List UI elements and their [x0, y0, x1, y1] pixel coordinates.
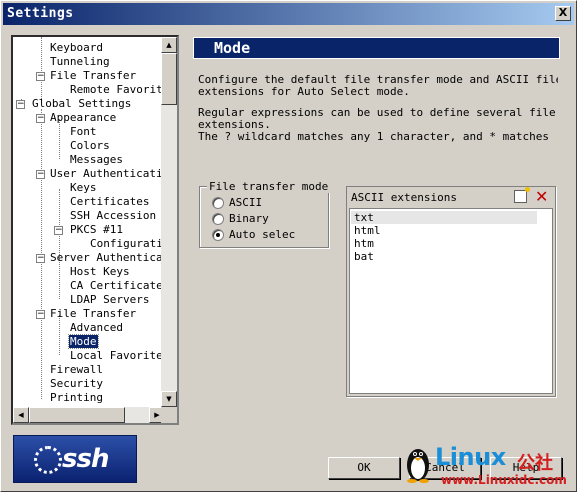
tree-item-firewall[interactable]: Firewall: [49, 363, 104, 377]
scroll-down-icon[interactable]: ▼: [161, 391, 177, 407]
page-header: Mode: [193, 37, 560, 59]
tree-item-ssh-accession[interactable]: SSH Accession: [69, 209, 157, 223]
settings-window: Settings X Keyboard Tunneling − File Tra…: [0, 0, 577, 492]
settings-tree[interactable]: Keyboard Tunneling − File Transfer Remot…: [11, 35, 179, 425]
tree-item-printing[interactable]: Printing: [49, 391, 104, 405]
ssh-logo: ssh: [13, 435, 137, 483]
tree-item-appearance[interactable]: Appearance: [49, 111, 117, 125]
tree-item-pkcs11[interactable]: PKCS #11: [69, 223, 124, 237]
watermark-cn: 公社: [517, 453, 553, 474]
tree-item-messages[interactable]: Messages: [69, 153, 124, 167]
collapse-icon[interactable]: −: [54, 226, 63, 235]
radio-label: ASCII: [229, 196, 263, 209]
tree-line: [59, 259, 60, 299]
list-item[interactable]: txt: [351, 211, 537, 224]
tree-item-server-authentication[interactable]: Server Authenticat: [49, 251, 165, 265]
description-line: Regular expressions can be used to defin…: [198, 107, 556, 119]
tree-item-remote-favorites[interactable]: Remote Favorite: [69, 83, 165, 97]
tree-item-host-keys[interactable]: Host Keys: [69, 265, 131, 279]
radio-label: Binary: [229, 212, 269, 225]
collapse-icon[interactable]: −: [36, 114, 45, 123]
logo-ring-icon: [34, 446, 62, 474]
tree-item-keyboard[interactable]: Keyboard: [49, 41, 104, 55]
scroll-up-icon[interactable]: ▲: [161, 37, 177, 53]
tree-item-keys[interactable]: Keys: [69, 181, 98, 195]
tree-item-ca-certificates[interactable]: CA Certificates: [69, 279, 165, 293]
page-title: Mode: [214, 39, 251, 57]
tree-item-local-favorites[interactable]: Local Favorites: [69, 349, 165, 363]
delete-icon[interactable]: ✕: [535, 187, 548, 206]
description-line: The ? wildcard matches any 1 character, …: [198, 131, 549, 143]
tree-line: [59, 119, 60, 159]
scroll-thumb[interactable]: [161, 53, 177, 105]
collapse-icon[interactable]: −: [36, 310, 45, 319]
tree-item-security[interactable]: Security: [49, 377, 104, 391]
collapse-icon[interactable]: −: [36, 254, 45, 263]
title-bar[interactable]: Settings X: [3, 3, 574, 25]
scroll-thumb-horizontal[interactable]: [29, 407, 125, 423]
tree-item-colors[interactable]: Colors: [69, 139, 111, 153]
tree-item-user-authentication[interactable]: User Authenticatio: [49, 167, 165, 181]
tree-content: Keyboard Tunneling − File Transfer Remot…: [13, 37, 165, 407]
description-line: Configure the default file transfer mode…: [198, 74, 558, 86]
tree-item-font[interactable]: Font: [69, 125, 98, 139]
logo-text: ssh: [62, 444, 109, 474]
tree-item-mode[interactable]: Mode: [68, 334, 99, 349]
close-button[interactable]: X: [555, 6, 571, 21]
ascii-extensions-panel: ASCII extensions ✕ txt html htm bat: [346, 186, 556, 397]
scroll-left-icon[interactable]: ◀: [13, 407, 29, 423]
tree-item-file-transfer[interactable]: File Transfer: [49, 69, 137, 83]
description-line: extensions for Auto Select mode.: [198, 86, 410, 98]
tree-item-advanced[interactable]: Advanced: [69, 321, 124, 335]
penguin-icon: [407, 449, 429, 483]
list-item[interactable]: bat: [351, 250, 537, 263]
collapse-icon[interactable]: −: [36, 170, 45, 179]
scroll-corner: [161, 407, 177, 423]
new-item-icon[interactable]: [514, 187, 530, 203]
tree-item-file-transfer-global[interactable]: File Transfer: [49, 307, 137, 321]
tree-item-global-settings[interactable]: Global Settings: [31, 97, 132, 111]
description-line: extensions.: [198, 119, 271, 131]
collapse-icon[interactable]: −: [16, 100, 25, 109]
ascii-extensions-title: ASCII extensions: [351, 191, 457, 204]
tree-item-configuration[interactable]: Configuratio: [89, 237, 165, 251]
watermark-url: www.Linuxidc.com: [441, 473, 567, 487]
collapse-icon[interactable]: −: [36, 72, 45, 81]
radio-button[interactable]: [212, 197, 224, 209]
tree-item-ldap-servers[interactable]: LDAP Servers: [69, 293, 150, 307]
ok-button[interactable]: OK: [328, 457, 400, 479]
tree-line: [41, 37, 42, 101]
radio-button-checked[interactable]: [212, 229, 224, 241]
radio-label: Auto selec: [229, 228, 296, 241]
radio-button[interactable]: [212, 213, 224, 225]
tree-vertical-scrollbar[interactable]: ▲ ▼: [161, 37, 177, 407]
ascii-extensions-list[interactable]: txt html htm bat: [349, 208, 553, 394]
watermark-title: Linux: [435, 443, 506, 471]
list-item[interactable]: htm: [351, 237, 537, 250]
tree-item-tunneling[interactable]: Tunneling: [49, 55, 111, 69]
list-item[interactable]: html: [351, 224, 537, 237]
ascii-extensions-header: ASCII extensions ✕: [347, 187, 555, 207]
tree-item-certificates[interactable]: Certificates: [69, 195, 150, 209]
window-title: Settings: [7, 6, 74, 21]
watermark: Linux 公社 www.Linuxidc.com: [405, 443, 573, 491]
tree-horizontal-scrollbar[interactable]: ◀ ▶: [13, 407, 165, 423]
tree-line: [59, 315, 60, 355]
transfer-mode-legend: File transfer mode: [207, 180, 331, 193]
tree-line: [59, 189, 60, 259]
